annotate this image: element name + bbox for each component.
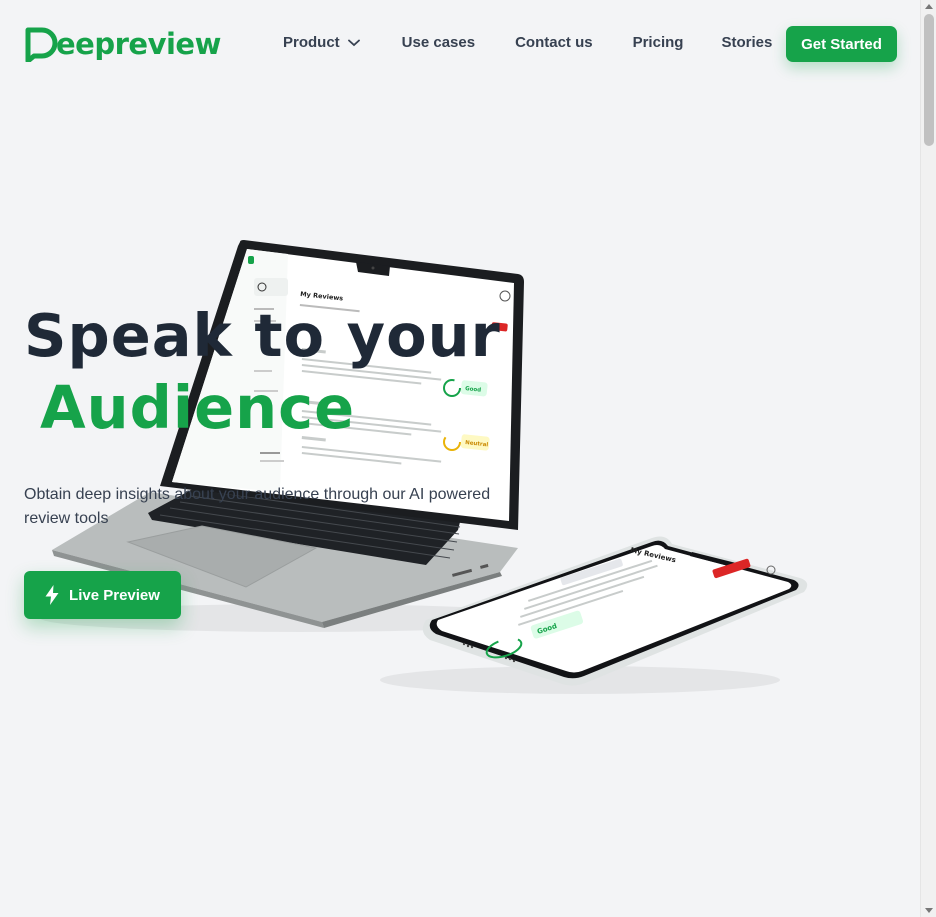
nav-item-label: Stories [721,34,773,51]
scroll-up-arrow-icon[interactable] [925,4,933,9]
nav-item-label: Use cases [401,34,476,51]
page-scrollbar[interactable] [920,0,936,917]
nav-item-contact-us[interactable]: Contact us [515,34,593,51]
main-nav: Product Use cases Contact us Pricing Sto… [283,34,772,51]
scroll-down-arrow-icon[interactable] [925,908,933,913]
nav-item-pricing[interactable]: Pricing [633,34,684,51]
brand-name: eepreview [56,26,221,61]
brand-logo[interactable]: eepreview [24,26,221,62]
nav-item-label: Product [283,34,340,51]
scrollbar-thumb[interactable] [924,14,934,146]
hero-headline-accent: Audience [40,373,356,442]
lightning-icon [45,585,59,605]
live-preview-button[interactable]: Live Preview [24,571,181,619]
logo-chat-icon [25,27,58,62]
hero-subtitle: Obtain deep insights about your audience… [24,486,491,527]
site-header: eepreview Product Use cases Contact us P… [0,0,920,88]
live-preview-label: Live Preview [69,586,160,604]
nav-item-use-cases[interactable]: Use cases [402,34,475,51]
nav-item-product[interactable]: Product [283,34,360,51]
chevron-down-icon [347,34,360,51]
nav-item-stories[interactable]: Stories [721,34,772,51]
hero-headline-line1: Speak to your [24,301,501,370]
nav-item-label: Pricing [632,34,684,51]
nav-item-label: Contact us [515,34,593,51]
get-started-button[interactable]: Get Started [786,26,897,62]
hero-headline: Speak to your Audience [24,300,501,444]
